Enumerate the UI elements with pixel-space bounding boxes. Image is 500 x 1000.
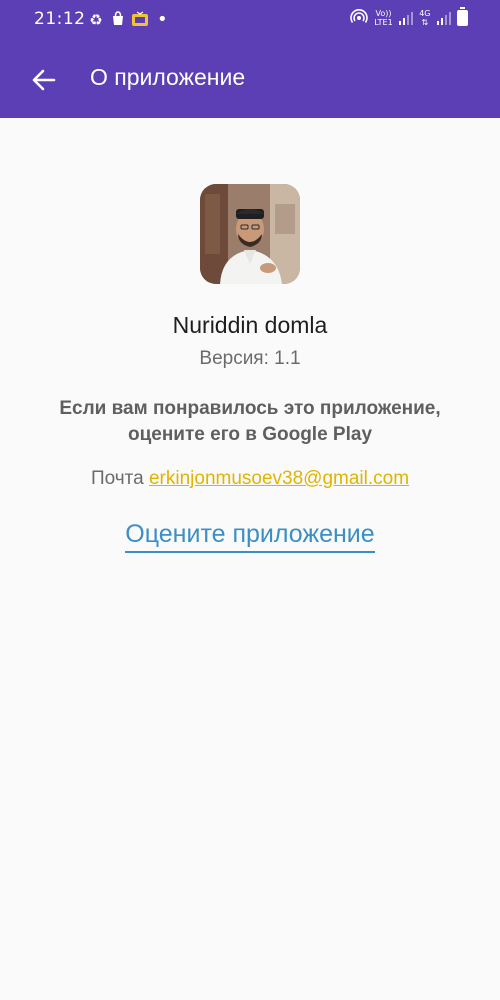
email-row: Почта erkinjonmusoev38@gmail.com [0, 468, 500, 490]
hotspot-icon [350, 8, 369, 28]
arrow-back-icon [32, 69, 56, 91]
battery-icon [457, 7, 468, 26]
rate-app-row: Оцените приложение [0, 520, 500, 553]
signal-bars-1-icon [398, 11, 414, 25]
version-value: 1.1 [274, 348, 301, 369]
status-time: 21:12 [34, 9, 86, 29]
signal-bars-2-icon [436, 11, 451, 25]
email-link[interactable]: erkinjonmusoev38@gmail.com [149, 468, 409, 489]
volte-bottom-text: LTE1 [374, 18, 393, 27]
bag-icon [109, 10, 127, 29]
page-title: О приложение [90, 64, 246, 90]
status-bar: 21:12 ♻ • Vo)) LTE1 4G ⇅ [0, 0, 500, 40]
app-name: Nuriddin domla [172, 312, 328, 338]
rate-message: Если вам понравилось это приложение, оце… [59, 398, 441, 445]
recycle-icon: ♻ [89, 10, 103, 29]
app-bar: О приложение [0, 40, 500, 118]
portrait-image [200, 184, 300, 284]
version-label: Версия: [199, 348, 269, 369]
network-type-text: 4G [419, 9, 431, 18]
email-label: Почта [90, 468, 144, 489]
tv-icon [131, 11, 149, 29]
status-notification-icons: ♻ • [87, 9, 168, 30]
back-button[interactable] [26, 62, 62, 98]
volte-top-text: Vo)) [375, 9, 392, 18]
network-type-label: 4G ⇅ [419, 9, 431, 27]
rate-app-link[interactable]: Оцените приложение [125, 520, 375, 553]
version-row: Версия: 1.1 [0, 348, 500, 370]
app-avatar [200, 184, 300, 284]
status-system-icons: Vo)) LTE1 4G ⇅ [350, 7, 468, 28]
about-content: Nuriddin domla Версия: 1.1 Если вам понр… [0, 118, 500, 1000]
volte-label: Vo)) LTE1 [374, 9, 392, 27]
notification-dot: • [157, 9, 168, 30]
